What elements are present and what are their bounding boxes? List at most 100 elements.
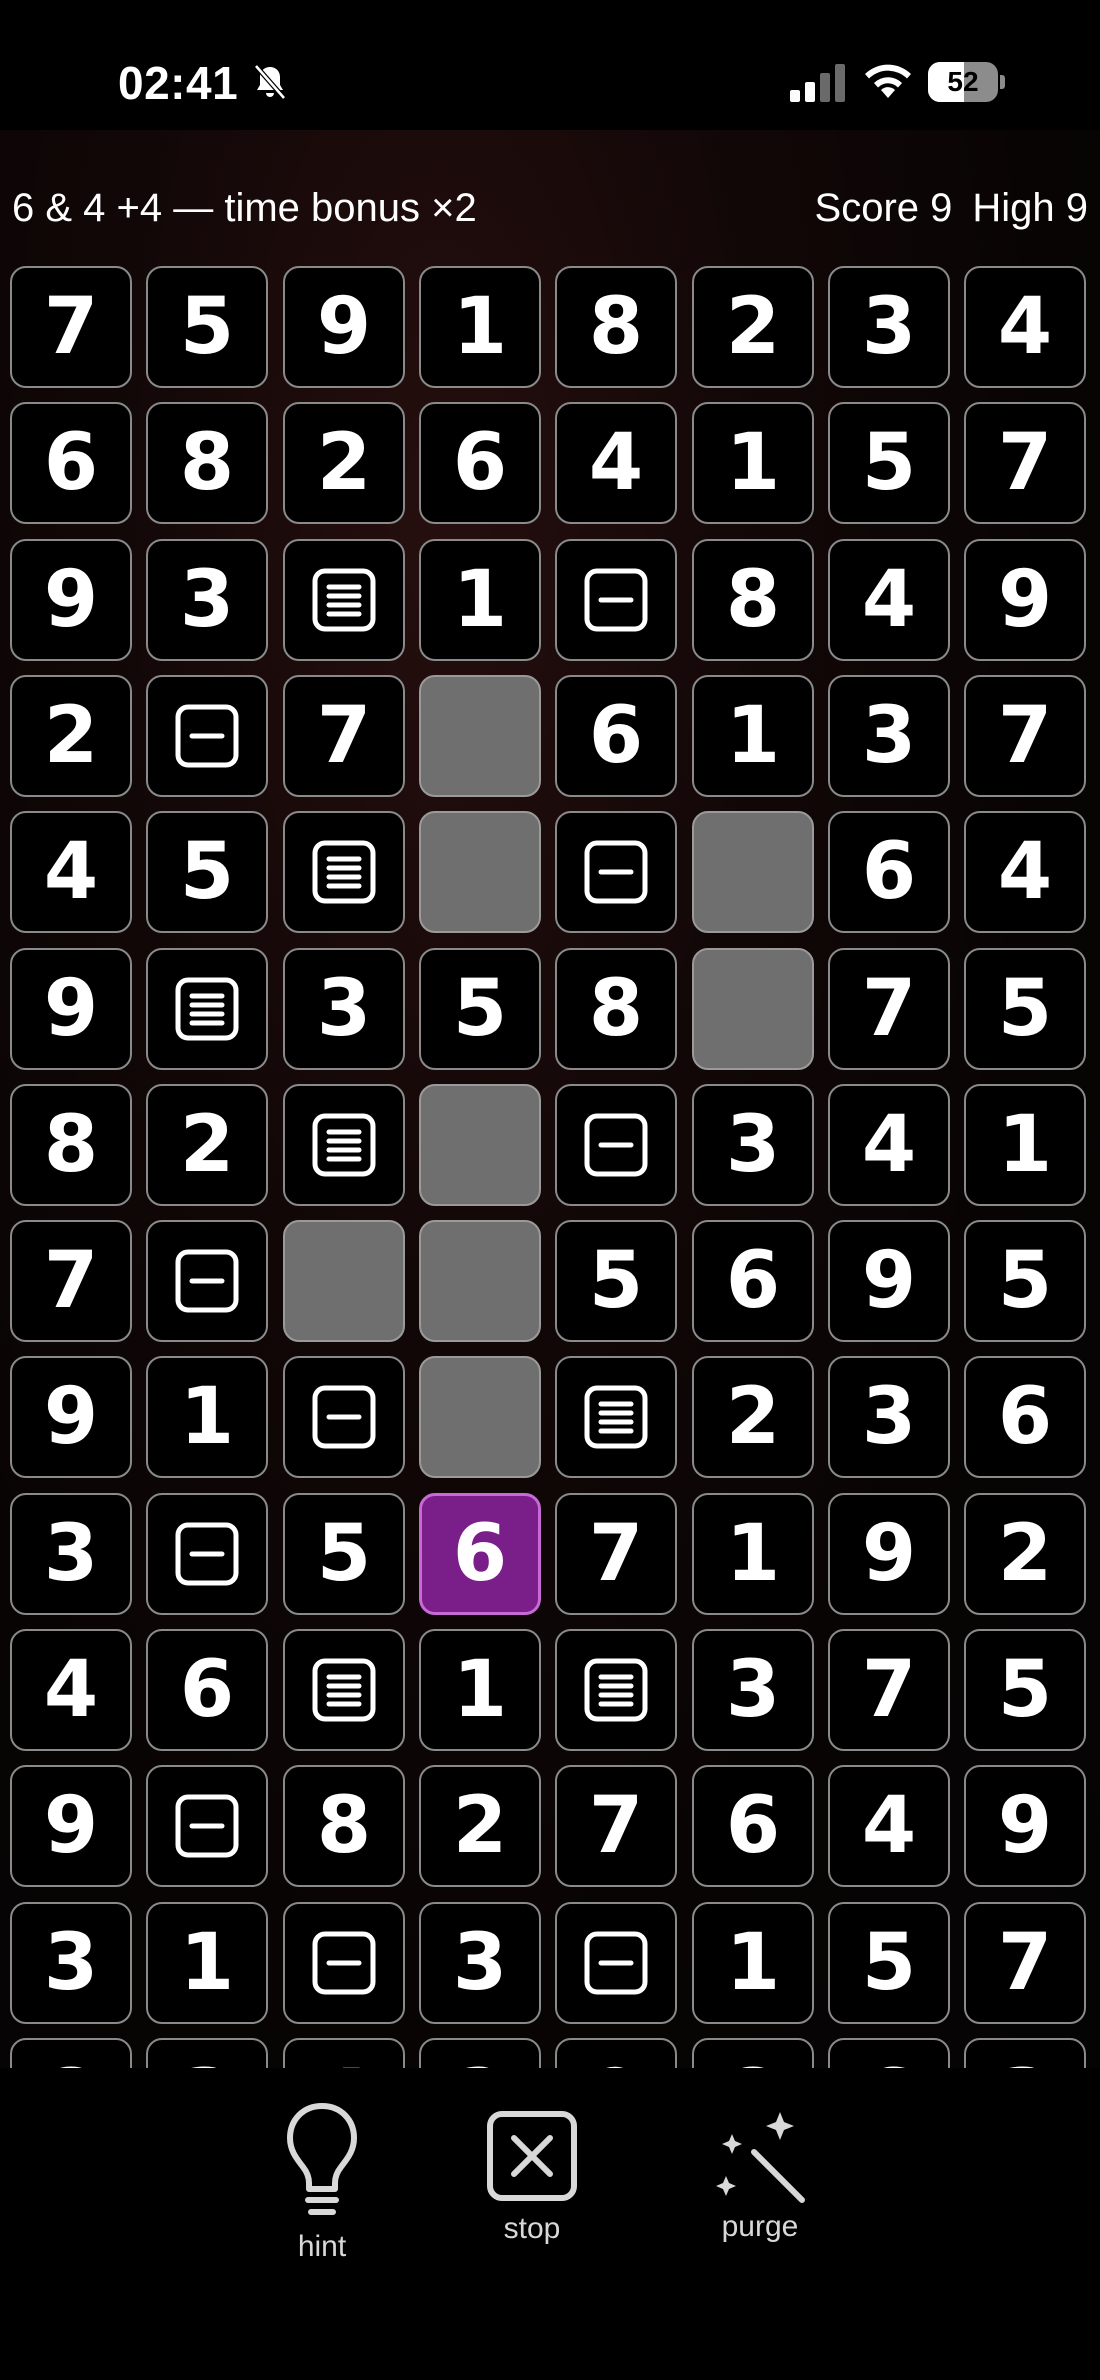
minus-tile[interactable] xyxy=(146,1220,268,1342)
number-tile[interactable]: 3 xyxy=(692,1084,814,1206)
hint-button[interactable]: hint xyxy=(242,2100,402,2264)
number-tile[interactable]: 1 xyxy=(419,539,541,661)
number-tile[interactable]: 8 xyxy=(146,402,268,524)
number-tile[interactable]: 6 xyxy=(828,2038,950,2072)
number-tile[interactable]: 4 xyxy=(964,266,1086,388)
number-tile[interactable]: 6 xyxy=(828,811,950,933)
number-tile[interactable]: 5 xyxy=(419,948,541,1070)
number-tile[interactable]: 3 xyxy=(964,2038,1086,2072)
number-tile[interactable]: 6 xyxy=(692,1765,814,1887)
number-tile[interactable]: 3 xyxy=(10,1493,132,1615)
number-tile[interactable]: 4 xyxy=(283,2038,405,2072)
number-tile[interactable]: 8 xyxy=(283,1765,405,1887)
number-tile[interactable]: 9 xyxy=(828,1493,950,1615)
number-tile[interactable]: 7 xyxy=(964,402,1086,524)
number-tile[interactable]: 5 xyxy=(964,1629,1086,1751)
number-tile[interactable]: 1 xyxy=(964,1084,1086,1206)
number-tile[interactable]: 3 xyxy=(419,1902,541,2024)
number-tile[interactable]: 2 xyxy=(283,402,405,524)
number-tile[interactable]: 9 xyxy=(10,539,132,661)
number-tile[interactable]: 9 xyxy=(283,266,405,388)
lines-tile[interactable] xyxy=(283,539,405,661)
number-tile[interactable]: 9 xyxy=(828,1220,950,1342)
number-tile[interactable]: 3 xyxy=(283,948,405,1070)
number-tile[interactable]: 7 xyxy=(555,1493,677,1615)
number-tile[interactable]: 3 xyxy=(146,2038,268,2072)
empty-tile[interactable] xyxy=(692,948,814,1070)
number-tile[interactable]: 1 xyxy=(146,1356,268,1478)
number-tile[interactable]: 6 xyxy=(146,1629,268,1751)
number-tile[interactable]: 1 xyxy=(692,1493,814,1615)
number-tile[interactable]: 8 xyxy=(10,1084,132,1206)
purge-button[interactable]: purge xyxy=(680,2106,840,2244)
number-tile[interactable]: 4 xyxy=(10,811,132,933)
number-tile[interactable]: 1 xyxy=(419,1629,541,1751)
number-tile[interactable]: 1 xyxy=(692,402,814,524)
number-tile[interactable]: 3 xyxy=(692,1629,814,1751)
lines-tile[interactable] xyxy=(283,811,405,933)
minus-tile[interactable] xyxy=(555,811,677,933)
number-tile[interactable]: 5 xyxy=(555,1220,677,1342)
lines-tile[interactable] xyxy=(283,1084,405,1206)
number-tile[interactable]: 9 xyxy=(10,1356,132,1478)
number-tile[interactable]: 9 xyxy=(10,1765,132,1887)
number-tile[interactable]: 4 xyxy=(964,811,1086,933)
number-tile[interactable]: 5 xyxy=(146,811,268,933)
number-tile[interactable]: 1 xyxy=(146,1902,268,2024)
number-tile[interactable]: 7 xyxy=(10,266,132,388)
number-tile[interactable]: 7 xyxy=(555,1765,677,1887)
number-tile[interactable]: 9 xyxy=(964,1765,1086,1887)
empty-tile[interactable] xyxy=(419,811,541,933)
number-tile[interactable]: 9 xyxy=(10,948,132,1070)
number-tile[interactable]: 5 xyxy=(964,948,1086,1070)
number-tile[interactable]: 8 xyxy=(555,948,677,1070)
number-tile[interactable]: 7 xyxy=(10,1220,132,1342)
lines-tile[interactable] xyxy=(555,1356,677,1478)
number-tile[interactable]: 5 xyxy=(283,1493,405,1615)
number-tile[interactable]: 1 xyxy=(692,675,814,797)
number-tile[interactable]: 4 xyxy=(10,1629,132,1751)
number-tile[interactable]: 6 xyxy=(10,402,132,524)
minus-tile[interactable] xyxy=(555,1084,677,1206)
number-tile[interactable]: 1 xyxy=(419,266,541,388)
number-tile[interactable]: 2 xyxy=(10,675,132,797)
lines-tile[interactable] xyxy=(555,1629,677,1751)
number-tile[interactable]: 2 xyxy=(419,2038,541,2072)
empty-tile[interactable] xyxy=(419,1084,541,1206)
minus-tile[interactable] xyxy=(146,1493,268,1615)
empty-tile[interactable] xyxy=(692,811,814,933)
number-tile[interactable]: 4 xyxy=(828,1765,950,1887)
empty-tile[interactable] xyxy=(419,675,541,797)
stop-button[interactable]: stop xyxy=(452,2110,612,2246)
number-tile[interactable]: 7 xyxy=(964,675,1086,797)
number-tile[interactable]: 1 xyxy=(692,1902,814,2024)
minus-tile[interactable] xyxy=(283,1356,405,1478)
number-tile[interactable]: 6 xyxy=(419,402,541,524)
number-tile[interactable]: 2 xyxy=(964,1493,1086,1615)
number-tile[interactable]: 5 xyxy=(146,266,268,388)
empty-tile[interactable] xyxy=(419,1356,541,1478)
lines-tile[interactable] xyxy=(146,948,268,1070)
minus-tile[interactable] xyxy=(146,675,268,797)
minus-tile[interactable] xyxy=(146,1765,268,1887)
selected-number-tile[interactable]: 6 xyxy=(419,1493,541,1615)
number-tile[interactable]: 2 xyxy=(419,1765,541,1887)
number-tile[interactable]: 5 xyxy=(828,1902,950,2024)
number-tile[interactable]: 3 xyxy=(828,675,950,797)
number-tile[interactable]: 7 xyxy=(828,1629,950,1751)
number-tile[interactable]: 4 xyxy=(828,1084,950,1206)
number-tile[interactable]: 9 xyxy=(555,2038,677,2072)
number-tile[interactable]: 6 xyxy=(692,1220,814,1342)
number-tile[interactable]: 2 xyxy=(692,266,814,388)
number-tile[interactable]: 9 xyxy=(964,539,1086,661)
number-tile[interactable]: 6 xyxy=(555,675,677,797)
number-tile[interactable]: 5 xyxy=(828,402,950,524)
minus-tile[interactable] xyxy=(555,1902,677,2024)
number-tile[interactable]: 5 xyxy=(964,1220,1086,1342)
number-tile[interactable]: 3 xyxy=(828,266,950,388)
empty-tile[interactable] xyxy=(419,1220,541,1342)
number-tile[interactable]: 3 xyxy=(828,1356,950,1478)
empty-tile[interactable] xyxy=(283,1220,405,1342)
number-tile[interactable]: 7 xyxy=(828,948,950,1070)
number-tile[interactable]: 3 xyxy=(10,1902,132,2024)
